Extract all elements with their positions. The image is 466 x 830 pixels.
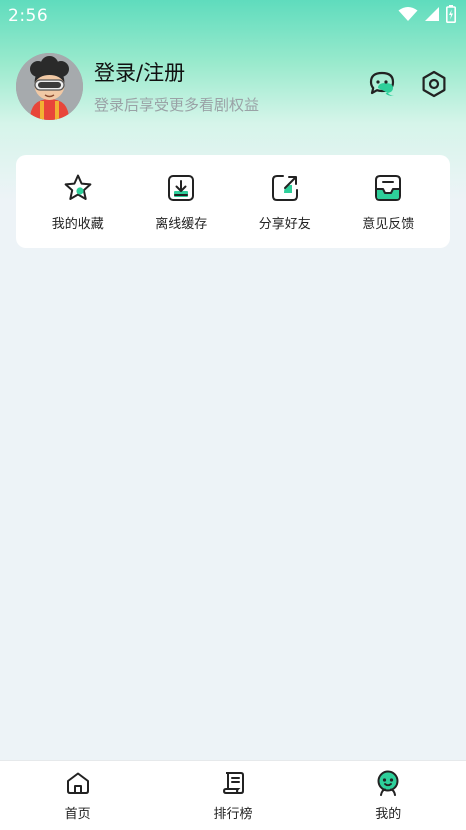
bottom-nav: 首页 排行榜 我的 [0,760,466,830]
share-icon [268,171,302,205]
nav-item-home[interactable]: 首页 [18,769,138,822]
chat-icon[interactable] [366,68,398,100]
nav-item-mine[interactable]: 我的 [328,769,448,822]
feedback-icon [371,171,405,205]
quick-action-label: 离线缓存 [155,217,208,232]
status-time: 2:56 [8,6,49,26]
profile-text: 登录/注册 登录后享受更多看剧权益 [94,57,259,115]
quick-action-label: 分享好友 [258,217,311,232]
quick-action-share[interactable]: 分享好友 [240,171,330,232]
nav-item-ranking[interactable]: 排行榜 [173,769,293,822]
quick-action-offline-cache[interactable]: 离线缓存 [136,171,226,232]
quick-action-label: 意见反馈 [362,217,415,232]
wifi-icon [398,6,418,26]
quick-action-feedback[interactable]: 意见反馈 [343,171,433,232]
profile-icon [374,769,402,797]
profile-section: 登录/注册 登录后享受更多看剧权益 [16,52,450,120]
signal-icon [424,6,440,26]
quick-actions-card: 我的收藏 离线缓存 分享好友 意见反馈 [16,155,450,248]
nav-label: 我的 [375,807,402,822]
login-subtitle: 登录后享受更多看剧权益 [94,96,260,114]
status-icons [398,5,456,27]
avatar[interactable] [16,52,83,120]
header-actions [366,68,450,100]
quick-action-favorites[interactable]: 我的收藏 [33,171,123,232]
status-bar: 2:56 [0,0,466,32]
login-register-link[interactable]: 登录/注册 [94,57,259,87]
home-icon [64,769,92,797]
quick-action-label: 我的收藏 [51,217,104,232]
nav-label: 排行榜 [213,807,253,822]
battery-icon [446,5,456,27]
nav-label: 首页 [64,807,91,822]
download-icon [164,171,198,205]
gear-icon[interactable] [418,68,450,100]
star-icon [61,171,95,205]
ranking-icon [219,769,247,797]
